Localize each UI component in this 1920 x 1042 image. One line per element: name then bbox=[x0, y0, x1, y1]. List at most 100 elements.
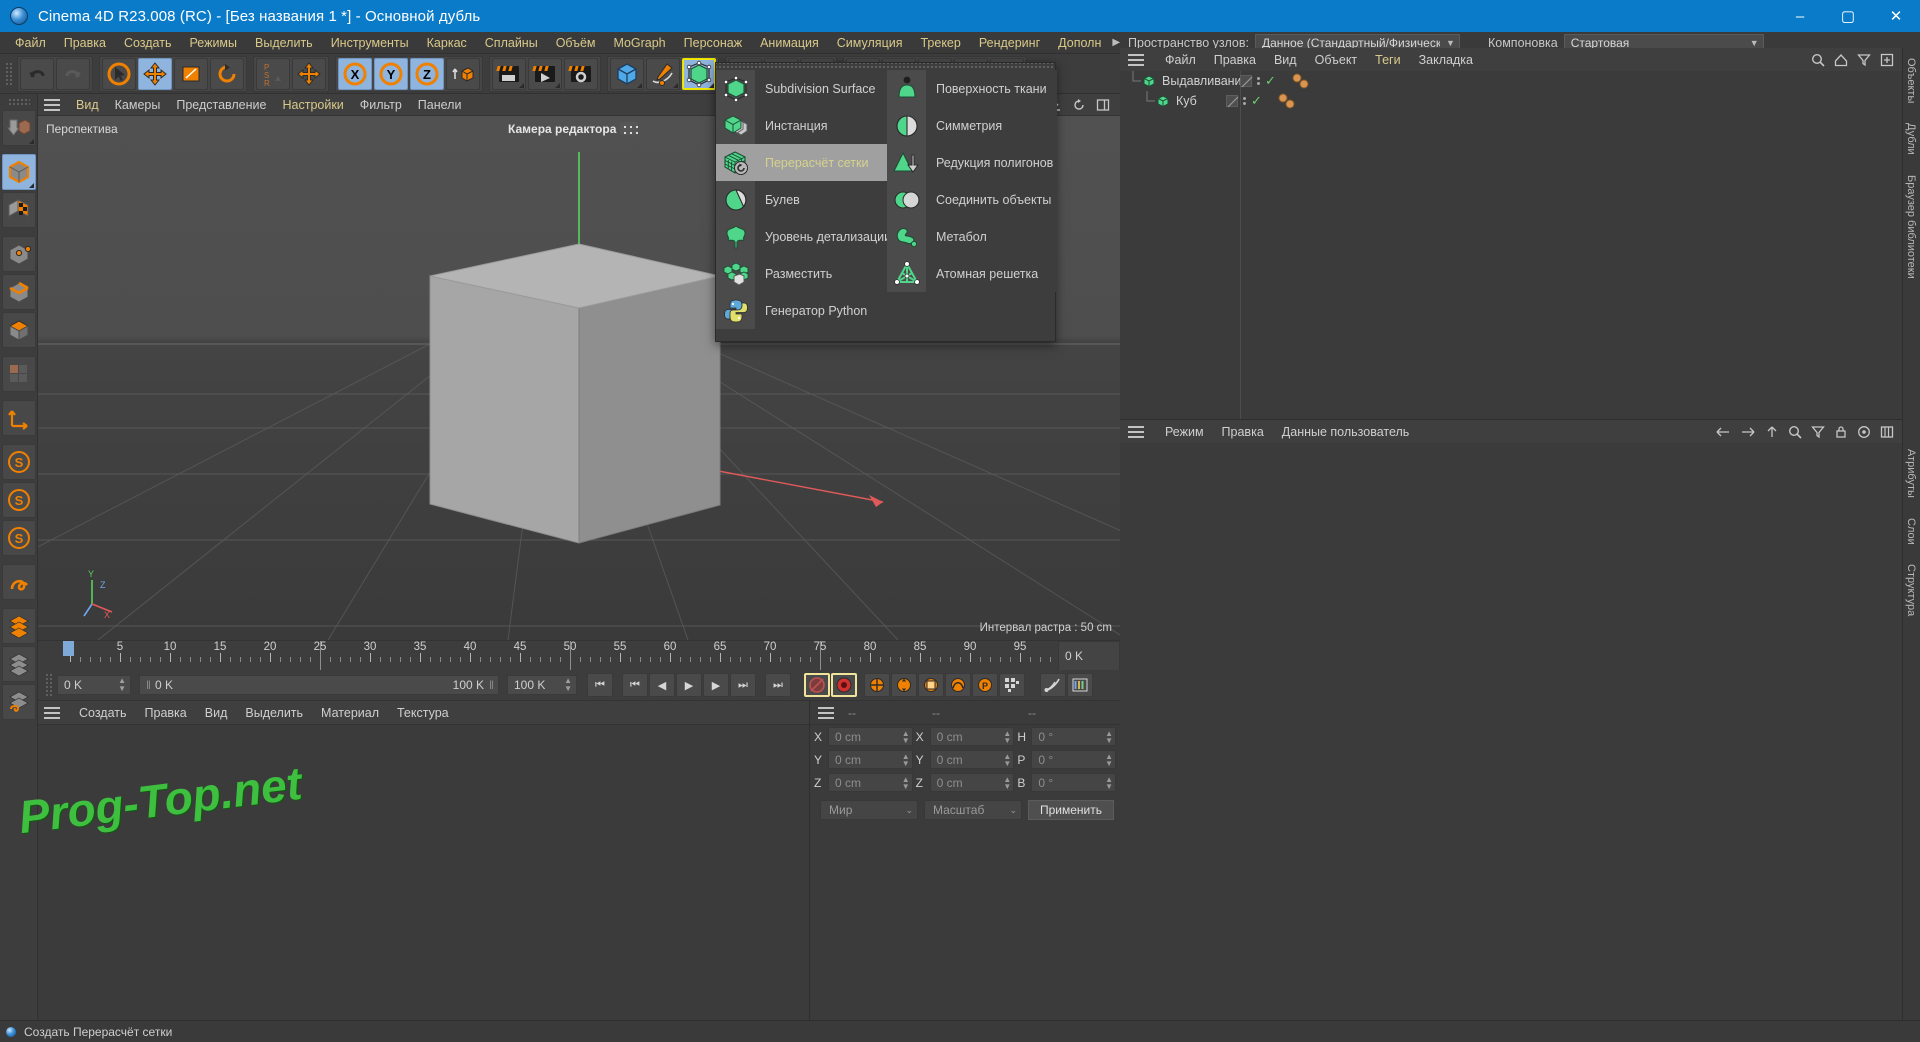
enabled-check-icon[interactable]: ✓ bbox=[1265, 74, 1276, 87]
menu-item-create[interactable]: Создать bbox=[115, 32, 181, 54]
axis-mode-button[interactable] bbox=[1, 400, 36, 436]
visibility-toggle[interactable] bbox=[1240, 75, 1253, 88]
spinner-icon[interactable]: ▲ ▼ bbox=[902, 775, 910, 790]
spinner-icon[interactable]: ▲ ▼ bbox=[564, 677, 572, 693]
menu-item-extensions[interactable]: Дополн bbox=[1049, 32, 1110, 54]
spinner-icon[interactable]: ▲ ▼ bbox=[1105, 775, 1113, 790]
menu-item-select[interactable]: Выделить bbox=[246, 32, 322, 54]
close-button[interactable]: ✕ bbox=[1872, 0, 1920, 32]
home-icon[interactable] bbox=[1834, 53, 1848, 67]
maximize-button[interactable]: ▢ bbox=[1824, 0, 1872, 32]
move-tool-button[interactable] bbox=[138, 57, 172, 90]
material-menu-icon[interactable] bbox=[44, 706, 60, 719]
play-button[interactable]: ▶ bbox=[676, 673, 702, 697]
pin-icon[interactable] bbox=[1857, 425, 1871, 439]
material-menu-texture[interactable]: Текстура bbox=[388, 706, 458, 720]
spinner-icon[interactable]: ▲ ▼ bbox=[902, 729, 910, 744]
snap-mode-s2-button[interactable]: S bbox=[1, 482, 36, 518]
vtab-content-browser[interactable]: Браузер библиотеки bbox=[1903, 165, 1919, 289]
back-arrow-icon[interactable] bbox=[1715, 425, 1731, 439]
add-icon[interactable] bbox=[1880, 53, 1894, 67]
keyframe-param-button[interactable] bbox=[945, 673, 971, 697]
step-forward-button[interactable]: ▶ bbox=[703, 673, 729, 697]
viewport-menu-panels[interactable]: Панели bbox=[410, 98, 470, 112]
grid-array2-button[interactable] bbox=[1, 646, 36, 682]
go-to-end-button[interactable]: ⏭ bbox=[765, 673, 791, 697]
filter-icon[interactable] bbox=[1857, 53, 1871, 67]
render-view-button[interactable] bbox=[492, 57, 526, 90]
render-settings-button[interactable] bbox=[564, 57, 598, 90]
size-x-field[interactable]: 0 cm ▲ ▼ bbox=[929, 727, 1015, 746]
menu-item-animation[interactable]: Анимация bbox=[751, 32, 828, 54]
toolbar-grip[interactable] bbox=[4, 60, 13, 87]
viewport-menu-icon[interactable] bbox=[44, 98, 60, 111]
object-menu-file[interactable]: Файл bbox=[1156, 53, 1205, 67]
position-y-field[interactable]: 0 cm ▲ ▼ bbox=[828, 750, 913, 769]
material-menu-edit[interactable]: Правка bbox=[136, 706, 196, 720]
tag-icons[interactable] bbox=[1291, 73, 1315, 89]
popup-grip[interactable] bbox=[716, 63, 1055, 70]
rotation-h-field[interactable]: 0 ° ▲ ▼ bbox=[1031, 727, 1117, 746]
timeline-value-field[interactable]: 0 K bbox=[1058, 641, 1120, 671]
scale-tool-button[interactable] bbox=[174, 57, 208, 90]
grid-array3-button[interactable] bbox=[1, 684, 36, 720]
object-tree[interactable]: Выдавливание ✓ Куб ✓ bbox=[1120, 71, 1902, 419]
spinner-icon[interactable]: ▲ ▼ bbox=[1105, 752, 1113, 767]
enabled-check-icon[interactable]: ✓ bbox=[1251, 94, 1262, 107]
uv-mode-button[interactable] bbox=[1, 356, 36, 392]
menu-item-tracker[interactable]: Трекер bbox=[911, 32, 969, 54]
object-menu-view[interactable]: Вид bbox=[1265, 53, 1306, 67]
attribute-menu-icon[interactable] bbox=[1128, 425, 1144, 438]
spinner-icon[interactable]: ▲ ▼ bbox=[1003, 775, 1011, 790]
object-menu-icon[interactable] bbox=[1128, 53, 1144, 66]
menu-item-render[interactable]: Рендеринг bbox=[970, 32, 1049, 54]
popup-item-metaball[interactable]: Метабол bbox=[887, 218, 1057, 255]
attribute-menu-userdata[interactable]: Данные пользователь bbox=[1273, 425, 1419, 439]
menu-item-volume[interactable]: Объём bbox=[547, 32, 605, 54]
autokey-button[interactable] bbox=[804, 673, 830, 697]
search-icon[interactable] bbox=[1788, 425, 1802, 439]
up-arrow-icon[interactable] bbox=[1765, 425, 1779, 439]
edge-mode-button[interactable] bbox=[1, 274, 36, 310]
snap-mode-s1-button[interactable]: S bbox=[1, 444, 36, 480]
tag-icons[interactable] bbox=[1277, 93, 1301, 109]
popup-item-lod[interactable]: Уровень детализации bbox=[716, 218, 891, 255]
record-button[interactable] bbox=[831, 673, 857, 697]
layout-icon[interactable] bbox=[1880, 425, 1894, 439]
sound-icon[interactable] bbox=[1040, 673, 1066, 697]
object-menu-tags[interactable]: Теги bbox=[1366, 53, 1409, 67]
popup-item-subdivision-surface[interactable]: Subdivision Surface bbox=[716, 70, 887, 107]
material-menu-material[interactable]: Материал bbox=[312, 706, 388, 720]
vtab-objects[interactable]: Объекты bbox=[1903, 48, 1919, 113]
transport-grip[interactable] bbox=[44, 672, 53, 698]
viewport-menu-display[interactable]: Представление bbox=[168, 98, 274, 112]
render-region-button[interactable] bbox=[528, 57, 562, 90]
coordinate-system-select[interactable]: Мир ⌄ bbox=[820, 800, 918, 820]
attribute-menu-edit[interactable]: Правка bbox=[1213, 425, 1273, 439]
popup-item-symmetry[interactable]: Симметрия bbox=[887, 107, 1057, 144]
menu-item-mograph[interactable]: MoGraph bbox=[605, 32, 675, 54]
polygon-mode-button[interactable] bbox=[1, 312, 36, 348]
menu-item-splines[interactable]: Сплайны bbox=[476, 32, 547, 54]
next-keyframe-button[interactable]: ⏭ bbox=[730, 673, 756, 697]
forward-arrow-icon[interactable] bbox=[1740, 425, 1756, 439]
rotation-p-field[interactable]: 0 ° ▲ ▼ bbox=[1031, 750, 1117, 769]
visibility-toggle[interactable] bbox=[1226, 95, 1239, 108]
keyframe-position-button[interactable] bbox=[864, 673, 890, 697]
texture-mode-button[interactable] bbox=[1, 192, 36, 228]
lock-x-axis-button[interactable]: X bbox=[338, 57, 372, 90]
timeline-ruler[interactable]: 0510152025303540455055606570758085909510… bbox=[38, 640, 1120, 671]
timeline-layout-icon[interactable] bbox=[1067, 673, 1093, 697]
viewport-menu-filter[interactable]: Фильтр bbox=[352, 98, 410, 112]
filter-icon[interactable] bbox=[1811, 425, 1825, 439]
spinner-icon[interactable]: ▲ ▼ bbox=[902, 752, 910, 767]
object-row-cube[interactable]: Куб ✓ bbox=[1120, 91, 1902, 111]
vtab-layers[interactable]: Слои bbox=[1903, 508, 1919, 555]
popup-item-remesh[interactable]: Перерасчёт сетки bbox=[716, 144, 887, 181]
go-to-start-button[interactable]: ⏮ bbox=[587, 673, 613, 697]
menu-item-character[interactable]: Персонаж bbox=[675, 32, 751, 54]
vtab-takes[interactable]: Дубли bbox=[1903, 113, 1919, 165]
add-spline-button[interactable] bbox=[646, 57, 680, 90]
world-object-toggle-button[interactable] bbox=[292, 57, 326, 90]
refresh-icon[interactable] bbox=[1072, 98, 1086, 112]
